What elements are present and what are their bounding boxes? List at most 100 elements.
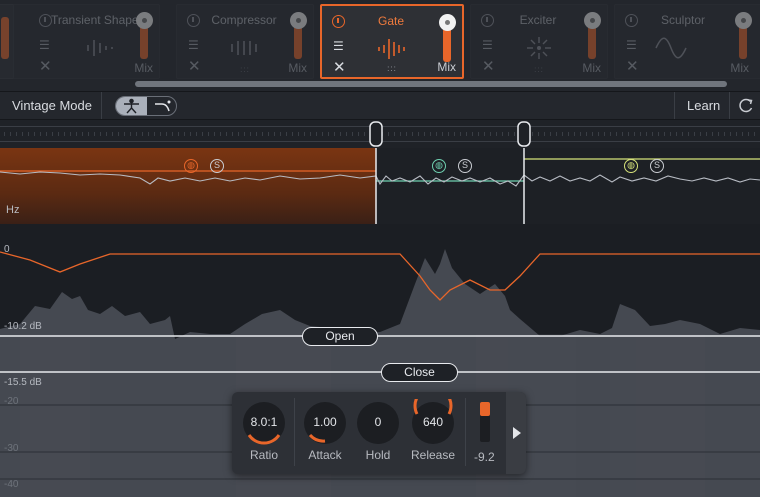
ruler-tick: [280, 132, 281, 136]
expand-arrow-button[interactable]: [506, 392, 526, 474]
power-icon[interactable]: [187, 14, 200, 27]
ruler-tick: [286, 132, 287, 136]
vintage-mode-on[interactable]: [116, 97, 147, 115]
vintage-mode-label: Vintage Mode: [12, 98, 92, 113]
module-compressor[interactable]: Compressor ☰ ✕ ::: Mix: [176, 4, 314, 79]
ruler-tick: [682, 132, 683, 136]
power-icon[interactable]: [625, 14, 638, 27]
ruler-tick: [166, 132, 167, 136]
band-2-solo-button[interactable]: S: [458, 159, 472, 173]
menu-icon[interactable]: ☰: [482, 38, 493, 52]
open-threshold-handle[interactable]: Open: [302, 327, 378, 346]
ruler-tick: [592, 132, 593, 136]
hold-value: 0: [374, 415, 382, 429]
power-icon[interactable]: [481, 14, 494, 27]
crossover-handle-1[interactable]: [368, 120, 384, 150]
ruler-tick: [22, 132, 23, 136]
module-exciter[interactable]: Exciter ☰ ✕ ::: Mix: [470, 4, 608, 79]
ruler-tick: [160, 132, 161, 136]
ruler-tick: [754, 132, 755, 136]
release-control[interactable]: 640 Release: [408, 399, 458, 462]
remove-icon[interactable]: ✕: [188, 57, 201, 75]
module-title: Exciter: [519, 13, 557, 27]
remove-icon[interactable]: ✕: [626, 57, 639, 75]
gain-meter-fill: [480, 402, 490, 416]
ruler-tick: [646, 132, 647, 136]
remove-icon[interactable]: ✕: [333, 58, 346, 76]
crossover-handle-2[interactable]: [516, 120, 532, 150]
ratio-control[interactable]: 8.0:1 Ratio: [239, 402, 289, 462]
mix-knob[interactable]: [735, 12, 752, 29]
mix-label: Mix: [437, 60, 456, 74]
frequency-ruler: [0, 120, 760, 148]
ruler-tick: [346, 132, 347, 136]
drag-handle[interactable]: :::: [387, 64, 397, 73]
attack-value: 1.00: [313, 415, 337, 429]
release-knob[interactable]: 640: [412, 399, 454, 444]
vintage-mode-off[interactable]: [147, 97, 176, 115]
hold-knob[interactable]: 0: [357, 402, 399, 444]
module-sculptor[interactable]: Sculptor ☰ ✕ Mix: [614, 4, 760, 79]
module-offscreen-left: [0, 4, 14, 79]
menu-icon[interactable]: ☰: [39, 38, 50, 52]
module-transient-shaper[interactable]: Transient Shaper ☰ ✕ Mix: [0, 4, 160, 79]
ruler-tick: [424, 132, 425, 136]
ruler-tick: [262, 132, 263, 136]
ruler-tick: [562, 132, 563, 136]
attack-control[interactable]: 1.00 Attack: [300, 402, 350, 462]
db-label: -20: [4, 396, 19, 407]
band-3-power-icon[interactable]: ◍: [624, 159, 638, 173]
ruler-tick: [484, 132, 485, 136]
ruler-tick: [748, 132, 749, 136]
ruler-tick: [448, 132, 449, 136]
ruler-tick: [676, 132, 677, 136]
band-2-power-icon[interactable]: ◍: [432, 159, 446, 173]
reset-icon[interactable]: [738, 97, 754, 113]
band-1-solo-button[interactable]: S: [210, 159, 224, 173]
ruler-tick: [610, 132, 611, 136]
band-1-power-icon[interactable]: ◍: [184, 159, 198, 173]
menu-icon[interactable]: ☰: [333, 39, 344, 53]
ruler-tick: [94, 132, 95, 136]
ruler-tick: [418, 132, 419, 136]
db-label: -10.2 dB: [4, 321, 42, 332]
power-icon[interactable]: [332, 15, 345, 28]
menu-icon[interactable]: ☰: [626, 38, 637, 52]
ruler-tick: [322, 132, 323, 136]
remove-icon[interactable]: ✕: [482, 57, 495, 75]
ruler-tick: [694, 132, 695, 136]
mix-knob[interactable]: [290, 12, 307, 29]
divider: [674, 92, 675, 119]
module-gate[interactable]: Gate ☰ ✕ ::: Mix: [320, 4, 464, 79]
mix-knob[interactable]: [584, 12, 601, 29]
close-threshold-handle[interactable]: Close: [381, 363, 458, 382]
vintage-mode-toggle[interactable]: [115, 96, 177, 116]
mix-knob[interactable]: [439, 14, 456, 31]
ruler-tick: [634, 132, 635, 136]
learn-button[interactable]: Learn: [687, 98, 720, 113]
menu-icon[interactable]: ☰: [188, 38, 199, 52]
drag-handle[interactable]: :::: [534, 65, 544, 74]
ratio-knob[interactable]: 8.0:1: [243, 402, 285, 445]
hold-control[interactable]: 0 Hold: [353, 402, 403, 462]
ruler-tick: [106, 132, 107, 136]
ruler-tick: [250, 132, 251, 136]
ruler-tick: [274, 132, 275, 136]
band-3-solo-button[interactable]: S: [650, 159, 664, 173]
ruler-tick: [148, 132, 149, 136]
ruler-tick: [208, 132, 209, 136]
mix-knob[interactable]: [136, 12, 153, 29]
ruler-tick: [64, 132, 65, 136]
release-label: Release: [410, 448, 456, 462]
ruler-tick: [154, 132, 155, 136]
ruler-tick: [574, 132, 575, 136]
ruler-tick: [352, 132, 353, 136]
band-display[interactable]: ◍ S ◍ S ◍ S Hz: [0, 148, 760, 224]
module-scrollbar[interactable]: [135, 81, 727, 87]
remove-icon[interactable]: ✕: [39, 57, 52, 75]
gate-controls-panel: 8.0:1 Ratio 1.00 Attack 0 Hold 640 Relea…: [232, 392, 526, 474]
ruler-tick: [130, 132, 131, 136]
attack-knob[interactable]: 1.00: [304, 402, 346, 444]
ruler-tick: [202, 132, 203, 136]
drag-handle[interactable]: :::: [240, 65, 250, 74]
